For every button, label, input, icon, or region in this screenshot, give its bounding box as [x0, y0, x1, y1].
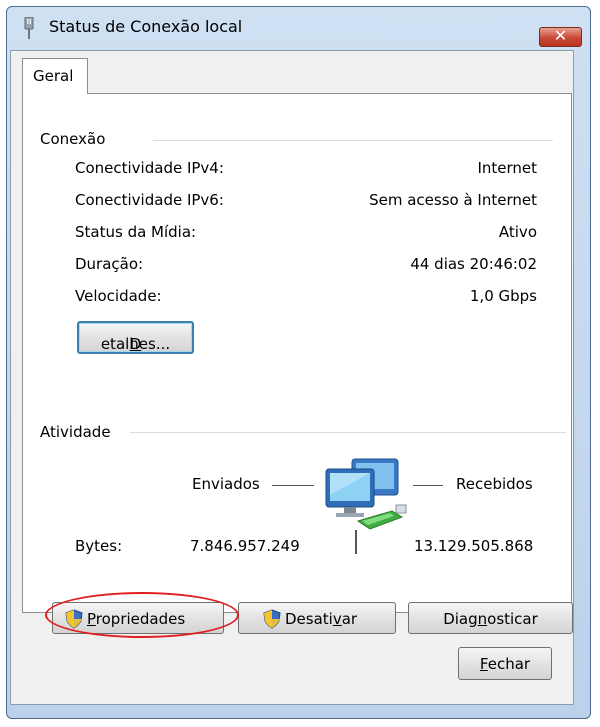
uac-shield-icon	[263, 609, 281, 629]
window-title: Status de Conexão local	[49, 17, 243, 36]
ipv6-label: Conectividade IPv6:	[75, 191, 224, 209]
bytes-separator	[355, 530, 357, 554]
close-window-button[interactable]: ✕	[539, 26, 582, 47]
tab-label: Geral	[33, 67, 74, 85]
disable-button[interactable]: Desativar	[238, 602, 396, 634]
disable-button-label: Desativar	[285, 610, 358, 628]
close-button-label: Fechar	[479, 655, 531, 673]
speed-value: 1,0 Gbps	[469, 287, 537, 305]
bytes-received-value: 13.129.505.868	[414, 537, 534, 555]
connection-group-label: Conexão	[40, 130, 106, 148]
activity-group-divider	[130, 432, 566, 433]
diagnose-button-label: Diagnosticar	[443, 610, 538, 628]
duration-label: Duração:	[75, 255, 144, 273]
close-icon: ✕	[553, 26, 568, 45]
media-status-value: Ativo	[498, 223, 537, 241]
speed-label: Velocidade:	[75, 287, 162, 305]
network-computers-icon	[325, 458, 407, 530]
bytes-sent-value: 7.846.957.249	[190, 537, 300, 555]
duration-value: 44 dias 20:46:02	[410, 255, 537, 273]
diagnose-button[interactable]: Diagnosticar	[408, 602, 573, 634]
tab-geral[interactable]: Geral	[22, 58, 88, 94]
bytes-label: Bytes:	[75, 537, 123, 555]
ipv4-label: Conectividade IPv4:	[75, 159, 224, 177]
highlight-ellipse	[45, 592, 239, 638]
media-status-label: Status da Mídia:	[75, 223, 197, 241]
sent-label: Enviados	[192, 475, 260, 493]
ipv6-value: Sem acesso à Internet	[369, 191, 537, 209]
details-button[interactable]: Detalhes...	[77, 321, 194, 354]
connection-group-divider	[153, 140, 553, 141]
close-button[interactable]: Fechar	[458, 647, 552, 680]
received-label: Recebidos	[456, 475, 533, 493]
title-bar[interactable]: Status de Conexão local ✕	[7, 7, 590, 47]
received-connector	[413, 485, 443, 486]
activity-group-label: Atividade	[40, 423, 111, 441]
network-adapter-icon	[24, 17, 34, 39]
sent-connector	[272, 485, 314, 486]
ipv4-value: Internet	[477, 159, 537, 177]
